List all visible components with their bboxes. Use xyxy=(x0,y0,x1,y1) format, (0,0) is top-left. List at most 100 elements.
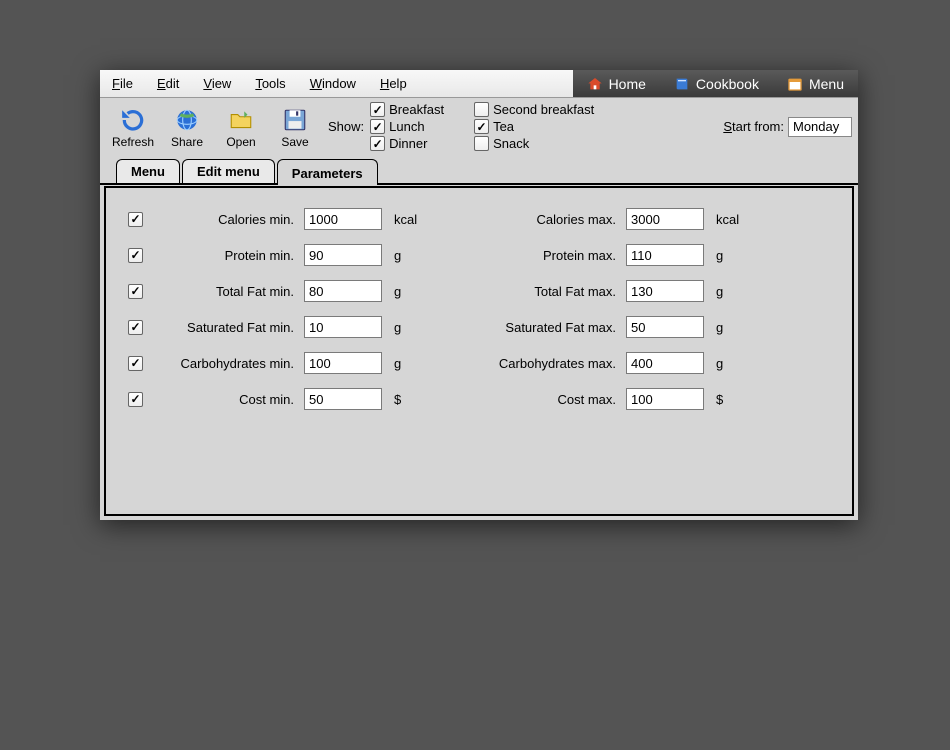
globe-icon xyxy=(164,105,210,135)
refresh-icon xyxy=(110,105,156,135)
menu-tools[interactable]: Tools xyxy=(243,70,297,97)
param-max-input[interactable] xyxy=(626,280,704,302)
show-dinner[interactable]: ✓ Dinner xyxy=(370,136,444,151)
param-min-input[interactable] xyxy=(304,280,382,302)
tb-label: Refresh xyxy=(110,135,156,149)
nav-cookbook[interactable]: Cookbook xyxy=(660,70,773,97)
chk-label: Lunch xyxy=(389,119,424,134)
tb-label: Open xyxy=(218,135,264,149)
param-min-input[interactable] xyxy=(304,352,382,374)
refresh-button[interactable]: Refresh xyxy=(106,103,160,151)
nav-label: Home xyxy=(609,76,646,92)
param-max-input[interactable] xyxy=(626,388,704,410)
param-min-input[interactable] xyxy=(304,208,382,230)
param-unit: g xyxy=(712,356,746,371)
menu-edit[interactable]: Edit xyxy=(145,70,191,97)
param-unit: kcal xyxy=(390,212,424,227)
param-row-protein: ✓ Protein min. g Protein max. g xyxy=(128,244,830,266)
param-row-carbohydrates: ✓ Carbohydrates min. g Carbohydrates max. g xyxy=(128,352,830,374)
param-max-input[interactable] xyxy=(626,244,704,266)
param-min-input[interactable] xyxy=(304,244,382,266)
param-row-cost: ✓Cost min.$Cost max.$ xyxy=(128,388,830,410)
param-row-calories: ✓ Calories min. kcal Calories max. kcal xyxy=(128,208,830,230)
checkbox-icon xyxy=(474,136,489,151)
checkbox-icon[interactable]: ✓ xyxy=(128,248,143,263)
chk-label: Dinner xyxy=(389,136,427,151)
param-min-label: Carbohydrates min. xyxy=(152,356,300,371)
param-min-label: Protein min. xyxy=(152,248,300,263)
menu-file[interactable]: File xyxy=(100,70,145,97)
param-min-input[interactable] xyxy=(304,316,382,338)
param-max-label: Cost max. xyxy=(472,392,622,407)
param-max-label: Carbohydrates max. xyxy=(472,356,622,371)
checkbox-icon[interactable]: ✓ xyxy=(128,284,143,299)
show-snack[interactable]: Snack xyxy=(474,136,594,151)
checkbox-icon xyxy=(474,102,489,117)
save-button[interactable]: Save xyxy=(268,103,322,151)
checkbox-icon: ✓ xyxy=(474,119,489,134)
start-from-input[interactable] xyxy=(788,117,852,137)
param-max-input[interactable] xyxy=(626,316,704,338)
param-max-label: Calories max. xyxy=(472,212,622,227)
chk-label: Snack xyxy=(493,136,529,151)
param-min-label: Cost min. xyxy=(152,392,300,407)
param-min-label: Saturated Fat min. xyxy=(152,320,300,335)
menu-help[interactable]: Help xyxy=(368,70,419,97)
param-unit: g xyxy=(390,284,424,299)
nav-menu[interactable]: Menu xyxy=(773,70,858,97)
share-button[interactable]: Share xyxy=(160,103,214,151)
param-row-saturated-fat: ✓ Saturated Fat min. g Saturated Fat max. g xyxy=(128,316,830,338)
show-breakfast[interactable]: ✓ Breakfast xyxy=(370,102,444,117)
tb-label: Save xyxy=(272,135,318,149)
show-second-breakfast[interactable]: Second breakfast xyxy=(474,102,594,117)
book-icon xyxy=(674,76,690,92)
chk-label: Second breakfast xyxy=(493,102,594,117)
param-max-input[interactable] xyxy=(626,352,704,374)
tab-parameters[interactable]: Parameters xyxy=(277,159,378,185)
param-max-label: Protein max. xyxy=(472,248,622,263)
checkbox-icon: ✓ xyxy=(370,136,385,151)
param-unit: g xyxy=(712,320,746,335)
tabs-row: MenuEdit menuParameters xyxy=(100,157,858,185)
checkbox-icon[interactable]: ✓ xyxy=(128,212,143,227)
start-from-label: Start from: xyxy=(723,119,784,134)
show-lunch[interactable]: ✓ Lunch xyxy=(370,119,444,134)
tab-edit-menu[interactable]: Edit menu xyxy=(182,159,275,183)
param-max-input[interactable] xyxy=(626,208,704,230)
checkbox-icon[interactable]: ✓ xyxy=(128,320,143,335)
param-row-total-fat: ✓Total Fat min.gTotal Fat max.g xyxy=(128,280,830,302)
param-max-label: Total Fat max. xyxy=(472,284,622,299)
show-tea[interactable]: ✓ Tea xyxy=(474,119,594,134)
checkbox-icon: ✓ xyxy=(370,119,385,134)
toolbar: Refresh Share Open Save Show: ✓ Breakfast Sec… xyxy=(100,98,858,157)
param-min-label: Calories min. xyxy=(152,212,300,227)
tab-menu[interactable]: Menu xyxy=(116,159,180,183)
show-block: Show: ✓ Breakfast Second breakfast ✓ Lunch ✓ T… xyxy=(328,102,594,151)
parameters-panel: ✓ Calories min. kcal Calories max. kcal ✓ Prot… xyxy=(104,186,854,516)
checkbox-icon[interactable]: ✓ xyxy=(128,392,143,407)
checkbox-icon[interactable]: ✓ xyxy=(128,356,143,371)
param-unit: g xyxy=(390,248,424,263)
param-unit: g xyxy=(712,248,746,263)
checkbox-icon: ✓ xyxy=(370,102,385,117)
chk-label: Breakfast xyxy=(389,102,444,117)
param-unit: g xyxy=(390,356,424,371)
right-nav: Home Cookbook Menu xyxy=(573,70,858,97)
param-max-label: Saturated Fat max. xyxy=(472,320,622,335)
param-min-input[interactable] xyxy=(304,388,382,410)
nav-home[interactable]: Home xyxy=(573,70,660,97)
open-button[interactable]: Open xyxy=(214,103,268,151)
home-icon xyxy=(587,76,603,92)
show-label: Show: xyxy=(328,119,364,134)
menu-window[interactable]: Window xyxy=(298,70,368,97)
floppy-icon xyxy=(272,105,318,135)
folder-icon xyxy=(218,105,264,135)
param-unit: $ xyxy=(390,392,424,407)
param-unit: kcal xyxy=(712,212,746,227)
param-unit: g xyxy=(390,320,424,335)
menu-view[interactable]: View xyxy=(191,70,243,97)
chk-label: Tea xyxy=(493,119,514,134)
nav-label: Menu xyxy=(809,76,844,92)
menubar: FileEditViewToolsWindowHelp Home Cookbook… xyxy=(100,70,858,98)
calendar-icon xyxy=(787,76,803,92)
